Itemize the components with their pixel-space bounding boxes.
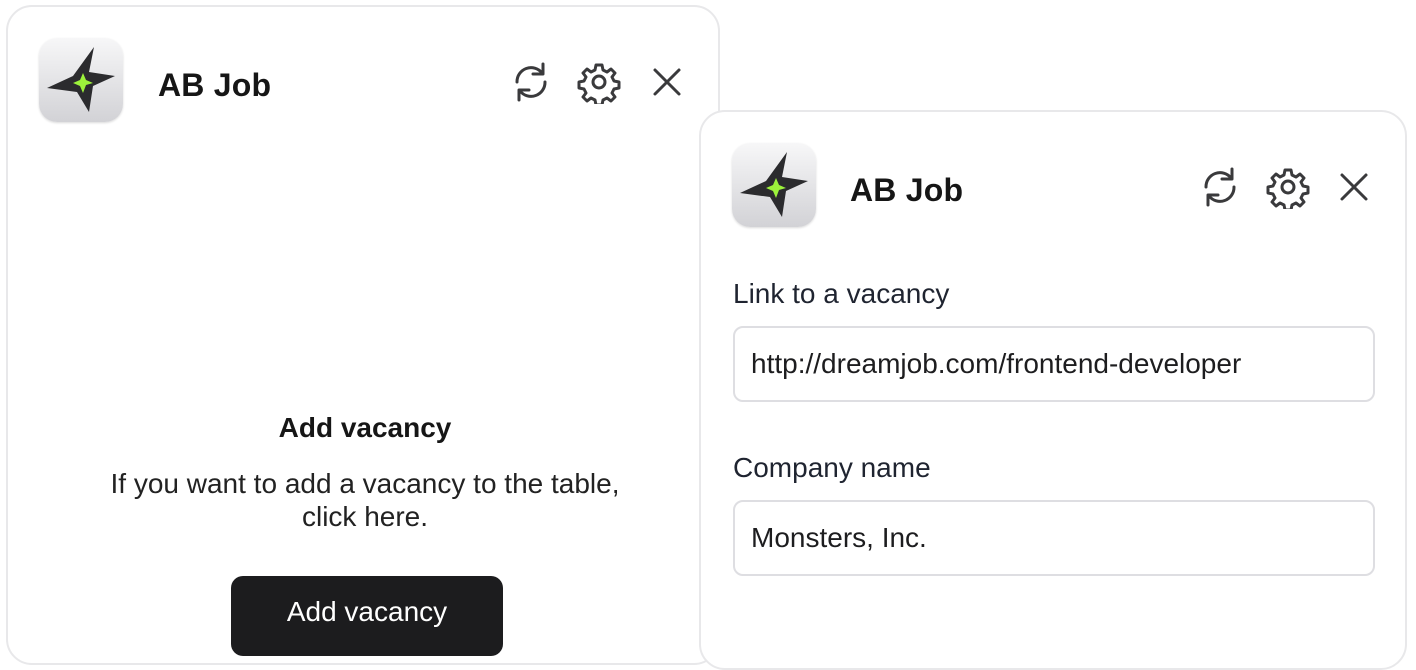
refresh-button[interactable] <box>1198 165 1242 209</box>
star-logo-icon <box>740 152 808 217</box>
app-logo <box>732 143 816 227</box>
vacancy-link-input[interactable]: http://dreamjob.com/frontend-developer <box>733 326 1375 402</box>
company-name-input[interactable]: Monsters, Inc. <box>733 500 1375 576</box>
app-logo <box>39 38 123 122</box>
empty-state-description: If you want to add a vacancy to the tabl… <box>110 468 620 532</box>
app-title: AB Job <box>850 172 964 208</box>
gear-icon <box>577 63 621 107</box>
close-button[interactable] <box>1332 165 1376 209</box>
company-name-label: Company name <box>733 452 931 483</box>
settings-button[interactable] <box>1266 165 1310 212</box>
extension-panel-empty: AB Job Add vacancy If you want to add a … <box>6 5 720 665</box>
close-button[interactable] <box>645 60 689 104</box>
settings-button[interactable] <box>577 60 621 107</box>
close-icon <box>1340 173 1368 201</box>
vacancy-link-label: Link to a vacancy <box>733 278 950 309</box>
empty-state-title: Add vacancy <box>278 412 452 443</box>
add-vacancy-button[interactable]: Add vacancy <box>231 576 503 656</box>
refresh-icon <box>1204 167 1236 207</box>
star-logo-icon <box>47 47 115 112</box>
app-title: AB Job <box>158 67 272 103</box>
gear-icon <box>1266 168 1310 212</box>
refresh-button[interactable] <box>509 60 553 104</box>
close-icon <box>653 68 681 96</box>
refresh-icon <box>515 62 547 102</box>
extension-panel-form: AB Job Link to a vacancy http://dreamjob… <box>699 110 1407 670</box>
